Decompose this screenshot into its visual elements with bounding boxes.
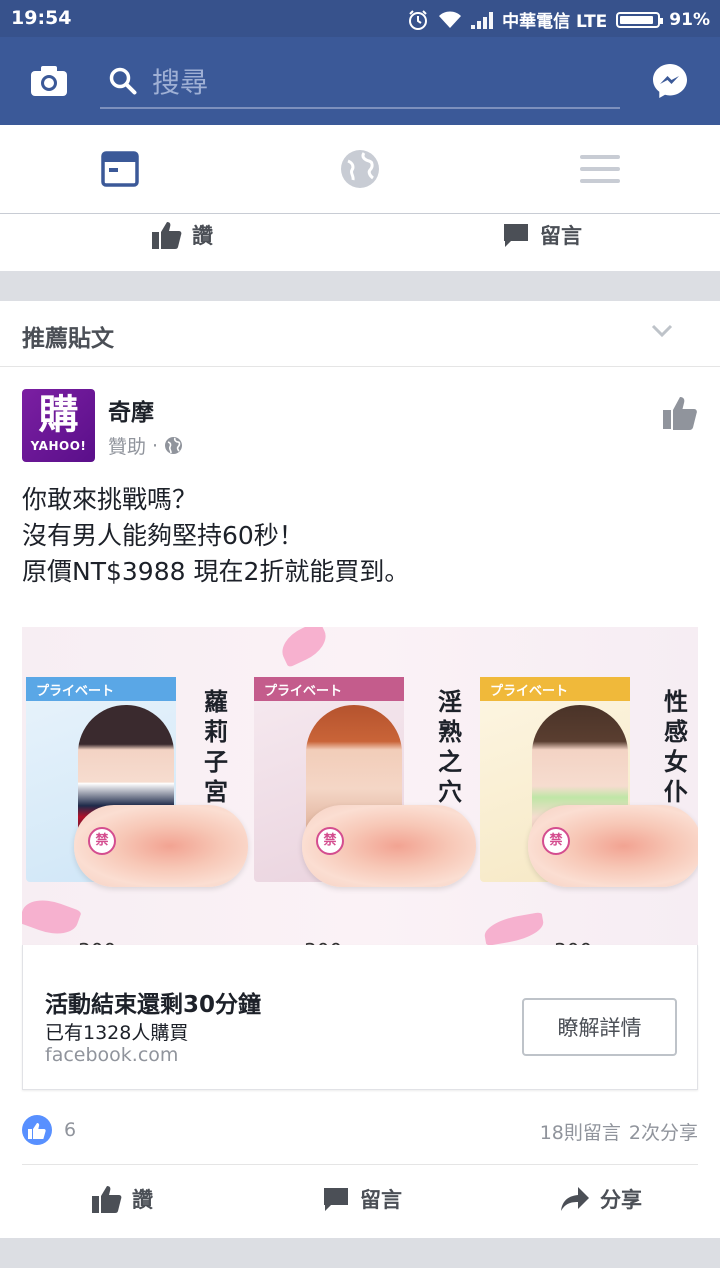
- prev-comment-button[interactable]: 留言: [502, 220, 582, 250]
- thumbs-up-icon: [92, 1186, 122, 1213]
- like-button[interactable]: 讚: [92, 1184, 153, 1214]
- censor-mark: 禁: [542, 827, 570, 855]
- learn-more-button[interactable]: 瞭解詳情: [522, 998, 677, 1056]
- battery-icon: [616, 11, 664, 28]
- prev-comment-label: 留言: [540, 224, 582, 248]
- petal-decoration: [275, 627, 333, 668]
- product-band: プライベート: [26, 677, 176, 701]
- comment-icon: [324, 1188, 348, 1211]
- censor-mark: 禁: [316, 827, 344, 855]
- censor-mark: 禁: [88, 827, 116, 855]
- feed-separator: [0, 271, 720, 301]
- comment-label: 留言: [360, 1188, 402, 1212]
- news-feed-icon[interactable]: [98, 147, 142, 191]
- like-reaction-icon: [22, 1115, 52, 1145]
- product-card: プライベート 禁 淫熟之穴 300g: [254, 677, 476, 945]
- search-icon: [109, 67, 137, 95]
- product-title: 淫熟之穴: [438, 688, 462, 806]
- prev-like-label: 讚: [192, 224, 213, 248]
- thumbs-up-icon: [152, 222, 182, 249]
- share-count[interactable]: 2次分享: [629, 1118, 698, 1145]
- post-meta: 贊助 ·: [108, 432, 183, 459]
- product-card: プライベート 禁 蘿莉子宮 300g: [26, 677, 248, 945]
- chevron-down-icon[interactable]: [650, 323, 674, 339]
- prev-post-actions: 讚 留言: [0, 214, 720, 270]
- ad-link-footer[interactable]: 活動結束還剩30分鐘 已有1328人購買 facebook.com 瞭解詳情: [22, 945, 698, 1090]
- alarm-icon: [409, 9, 428, 30]
- page-name[interactable]: 奇摩: [108, 393, 154, 427]
- camera-icon[interactable]: [30, 65, 68, 97]
- nav-bar: [0, 125, 720, 214]
- post-text: 你敢來挑戰嗎？ 沒有男人能夠堅持60秒！ 原價NT$3988 現在2折就能買到。: [22, 482, 409, 590]
- signal-icon: [471, 11, 494, 29]
- share-arrow-icon: [561, 1187, 589, 1211]
- post-text-line: 原價NT$3988 現在2折就能買到。: [22, 557, 410, 586]
- feed-separator: [0, 1238, 720, 1268]
- battery-percent: 91%: [669, 9, 710, 30]
- comment-button[interactable]: 留言: [322, 1184, 402, 1214]
- post-text-line: 沒有男人能夠堅持60秒！: [22, 521, 304, 550]
- share-label: 分享: [600, 1188, 642, 1212]
- comment-count[interactable]: 18則留言: [540, 1118, 621, 1145]
- ad-headline: 活動結束還剩30分鐘: [45, 992, 262, 1018]
- search-bar[interactable]: 搜尋: [100, 53, 620, 109]
- menu-icon[interactable]: [578, 147, 622, 191]
- avatar-glyph: 購: [38, 392, 79, 438]
- avatar[interactable]: 購 YAHOO!: [22, 389, 95, 462]
- like-count: 6: [64, 1119, 77, 1141]
- notifications-globe-icon[interactable]: [338, 147, 382, 191]
- like-page-icon[interactable]: [662, 395, 698, 431]
- status-indicators: 中華電信 LTE 91%: [407, 7, 710, 32]
- ad-image[interactable]: プライベート 禁 蘿莉子宮 300g プライベート 禁 淫熟之穴 300g プラ…: [22, 627, 698, 945]
- search-input[interactable]: 搜尋: [152, 61, 208, 101]
- reaction-summary[interactable]: 6: [22, 1115, 76, 1145]
- messenger-icon[interactable]: [651, 62, 689, 100]
- post-actions: 讚 留言 分享: [0, 1166, 720, 1236]
- sponsored-label[interactable]: 贊助: [108, 432, 146, 459]
- globe-icon: [165, 437, 183, 454]
- avatar-brand: YAHOO!: [30, 439, 87, 453]
- wifi-icon: [439, 11, 462, 28]
- prev-like-button[interactable]: 讚: [152, 220, 213, 250]
- section-title: 推薦貼文: [22, 326, 114, 352]
- product-title: 性感女仆: [664, 688, 688, 806]
- meta-separator: ·: [152, 434, 159, 457]
- post-text-line: 你敢來挑戰嗎？: [22, 485, 198, 514]
- carrier-label: 中華電信 LTE: [502, 12, 608, 32]
- product-card: プライベート 禁 性感女仆 300g: [480, 677, 698, 945]
- divider: [22, 1164, 698, 1165]
- status-bar: 19:54 中華電信 LTE 91%: [0, 0, 720, 37]
- share-button[interactable]: 分享: [560, 1184, 642, 1214]
- product-band: プライベート: [480, 677, 630, 701]
- status-time: 19:54: [11, 7, 72, 29]
- top-bar: 搜尋: [0, 37, 720, 125]
- section-header: 推薦貼文: [0, 301, 720, 367]
- comment-icon: [504, 224, 528, 247]
- like-label: 讚: [132, 1188, 153, 1212]
- ad-description: 已有1328人購買: [45, 1022, 189, 1044]
- product-band: プライベート: [254, 677, 404, 701]
- engagement-counts: 18則留言 2次分享: [540, 1118, 698, 1145]
- ad-domain: facebook.com: [45, 1044, 179, 1066]
- product-title: 蘿莉子宮: [204, 688, 228, 806]
